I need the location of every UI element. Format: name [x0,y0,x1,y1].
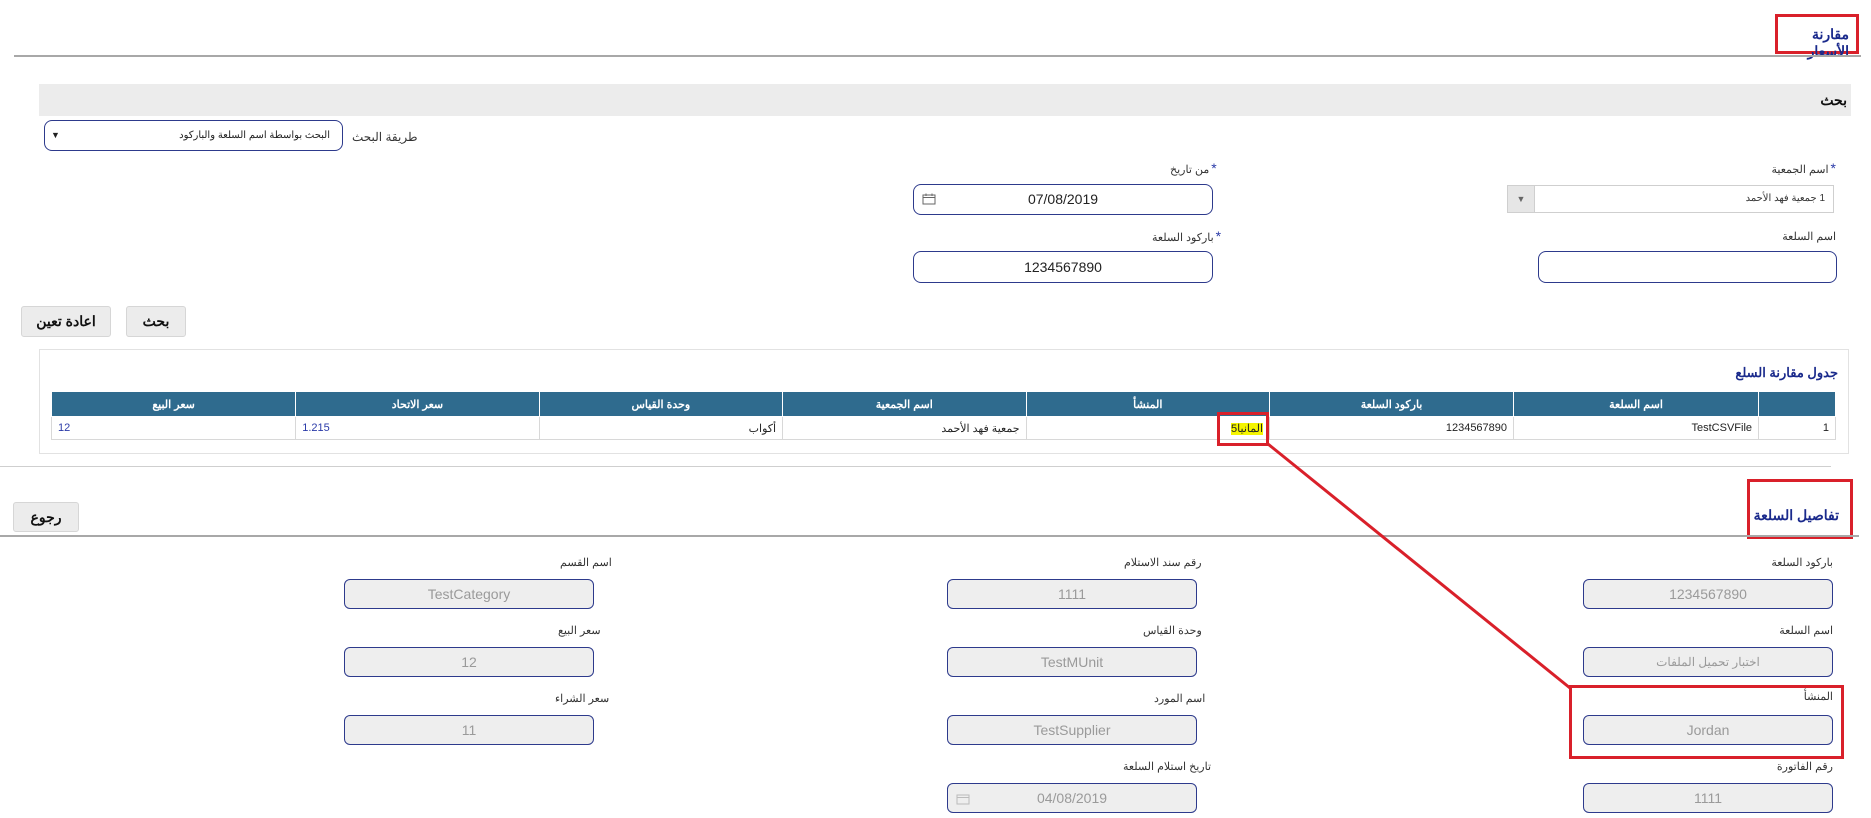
title-divider [14,55,1861,57]
detail-purchase-price-field: 11 [344,715,594,745]
details-divider [0,535,1859,537]
col-society[interactable]: اسم الجمعية [782,391,1027,417]
detail-receive-date-field: 04/08/2019 [947,783,1197,813]
detail-item-name-label: اسم السلعة [1779,625,1833,637]
detail-category-label: اسم القسم [560,557,612,569]
comparison-title: جدول مقارنة السلع [1735,365,1838,380]
chevron-down-icon[interactable]: ▼ [1508,186,1535,212]
col-index [1758,391,1836,417]
calendar-icon [956,794,970,805]
detail-invoice-field: 1111 [1583,783,1833,813]
cell-index: 1 [1758,416,1836,440]
details-title-box: تفاصيل السلعة [1747,479,1853,539]
required-marker: * [1215,228,1222,244]
from-date-input[interactable]: 07/08/2019 [913,184,1213,215]
barcode-input[interactable]: 1234567890 [913,251,1213,283]
detail-item-name-field: اختبار تحميل الملفات [1583,647,1833,677]
search-method-value: البحث بواسطة اسم السلعة والباركود [179,130,330,141]
item-name-input[interactable] [1538,251,1837,283]
cell-society: جمعية فهد الأحمد [782,416,1027,440]
barcode-value: 1234567890 [1024,259,1102,275]
col-union-price[interactable]: سعر الاتحاد [295,391,540,417]
detail-sale-price-label: سعر البيع [558,625,601,637]
table-header-row: اسم السلعة باركود السلعة المنشأ اسم الجم… [50,391,1836,417]
detail-category-field: TestCategory [344,579,594,609]
detail-barcode-field: 1234567890 [1583,579,1833,609]
detail-barcode-label: باركود السلعة [1771,557,1833,569]
reset-button[interactable]: اعادة تعين [21,306,111,337]
col-sale-price[interactable]: سعر البيع [50,391,297,417]
cell-sale-price: 12 [50,416,297,440]
comparison-table: اسم السلعة باركود السلعة المنشأ اسم الجم… [50,391,1836,440]
detail-supplier-field: TestSupplier [947,715,1197,745]
cell-union-price: 1.215 [295,416,540,440]
col-unit[interactable]: وحدة القياس [538,391,784,417]
society-select[interactable]: 1 جمعية فهد الأحمد ▼ [1507,185,1834,213]
barcode-label: *باركود السلعة [1152,228,1222,244]
cell-item-name: TestCSVFile [1513,416,1760,440]
search-section-title: بحث [1820,92,1847,108]
search-header-bar: بحث [39,84,1851,116]
cell-barcode: 1234567890 [1269,416,1515,440]
triangle-down-icon: ▼ [51,130,60,140]
detail-purchase-price-label: سعر الشراء [555,693,610,705]
detail-unit-field: TestMUnit [947,647,1197,677]
detail-sale-price-field: 12 [344,647,594,677]
back-button[interactable]: رجوع [13,502,79,532]
detail-receive-date-value: 04/08/2019 [1036,790,1108,806]
society-label: *اسم الجمعية [1771,160,1837,176]
detail-unit-label: وحدة القياس [1143,625,1202,637]
detail-receive-date-label: تاريخ استلام السلعة [1123,761,1212,773]
item-name-label: اسم السلعة [1782,231,1836,243]
detail-supplier-label: اسم المورد [1154,693,1206,705]
from-date-label: *من تاريخ [1170,160,1217,176]
cell-unit: أكواب [538,416,784,440]
annotation-arrow-line [1267,442,1571,690]
detail-invoice-label: رقم الفاتورة [1776,761,1833,773]
table-row[interactable]: 1 TestCSVFile 1234567890 المانيا5 جمعية … [50,416,1836,440]
page-title-box: مقارنة الأسعار [1775,14,1859,59]
annotation-box-origin-field [1569,685,1844,759]
calendar-icon[interactable] [922,193,936,205]
required-marker: * [1830,160,1836,176]
details-title: تفاصيل السلعة [1753,507,1839,523]
search-method-label: طريقة البحث [352,130,418,144]
from-date-value: 07/08/2019 [1027,191,1099,207]
col-item-name[interactable]: اسم السلعة [1513,391,1760,417]
search-method-select[interactable]: البحث بواسطة اسم السلعة والباركود ▼ [44,120,343,151]
detail-receipt-no-field: 1111 [947,579,1197,609]
section-separator [0,466,1831,467]
required-marker: * [1211,160,1217,176]
detail-receipt-no-label: رقم سند الاستلام [1124,557,1202,569]
col-barcode[interactable]: باركود السلعة [1269,391,1515,417]
search-button[interactable]: بحث [126,306,186,337]
annotation-box-origin-cell [1217,412,1269,446]
society-value: 1 جمعية فهد الأحمد [1745,193,1825,204]
